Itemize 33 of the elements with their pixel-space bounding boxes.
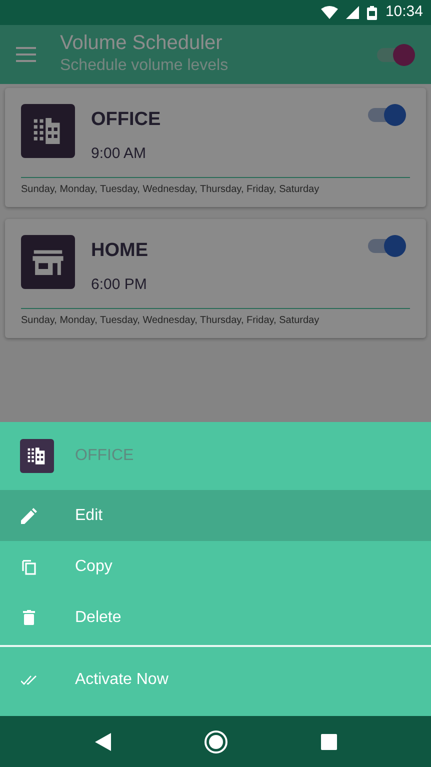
schedule-name: HOME	[91, 239, 149, 263]
recents-icon[interactable]	[320, 734, 336, 750]
building-icon	[21, 104, 75, 158]
schedule-days: Sunday, Monday, Tuesday, Wednesday, Thursday, Friday, Saturday	[21, 177, 410, 197]
menu-item[interactable]: Copy	[0, 541, 431, 592]
store-icon	[21, 235, 75, 289]
building-icon	[20, 439, 54, 473]
trash-icon	[20, 610, 38, 625]
pencil-icon	[20, 508, 38, 524]
back-icon[interactable]	[94, 732, 110, 750]
battery-icon	[367, 6, 378, 20]
schedule-time: 9:00 AM	[91, 144, 148, 164]
menu-item[interactable]: Edit	[0, 490, 431, 541]
schedule-name: OFFICE	[91, 108, 162, 132]
menu-item[interactable]: Activate Now	[0, 645, 431, 713]
schedule-card[interactable]: HOME 6:00 PM Sunday, Monday, Tuesday, Wednesday, Thursday, Friday, Saturday	[5, 219, 426, 338]
app-title: Volume Scheduler	[60, 32, 224, 54]
schedule-days: Sunday, Monday, Tuesday, Wednesday, Thursday, Friday, Saturday	[21, 308, 410, 328]
schedule-card[interactable]: OFFICE 9:00 AM Sunday, Monday, Tuesday, Wednesday, Thursday, Friday, Saturday	[5, 88, 426, 207]
sheet-title: OFFICE	[75, 446, 134, 466]
toggle-switch[interactable]	[366, 235, 406, 257]
copy-icon	[20, 558, 38, 574]
menu-icon[interactable]	[16, 47, 36, 62]
wifi-icon	[321, 6, 338, 19]
signal-icon	[346, 6, 360, 19]
toggle-switch[interactable]	[375, 44, 415, 66]
toggle-switch[interactable]	[366, 104, 406, 126]
double-check-icon	[20, 675, 38, 685]
schedule-time: 6:00 PM	[91, 274, 148, 294]
menu-item[interactable]: Delete	[0, 592, 431, 643]
status-time: 10:34	[385, 2, 423, 22]
app-subtitle: Schedule volume levels	[60, 56, 230, 76]
home-icon[interactable]	[204, 730, 228, 754]
